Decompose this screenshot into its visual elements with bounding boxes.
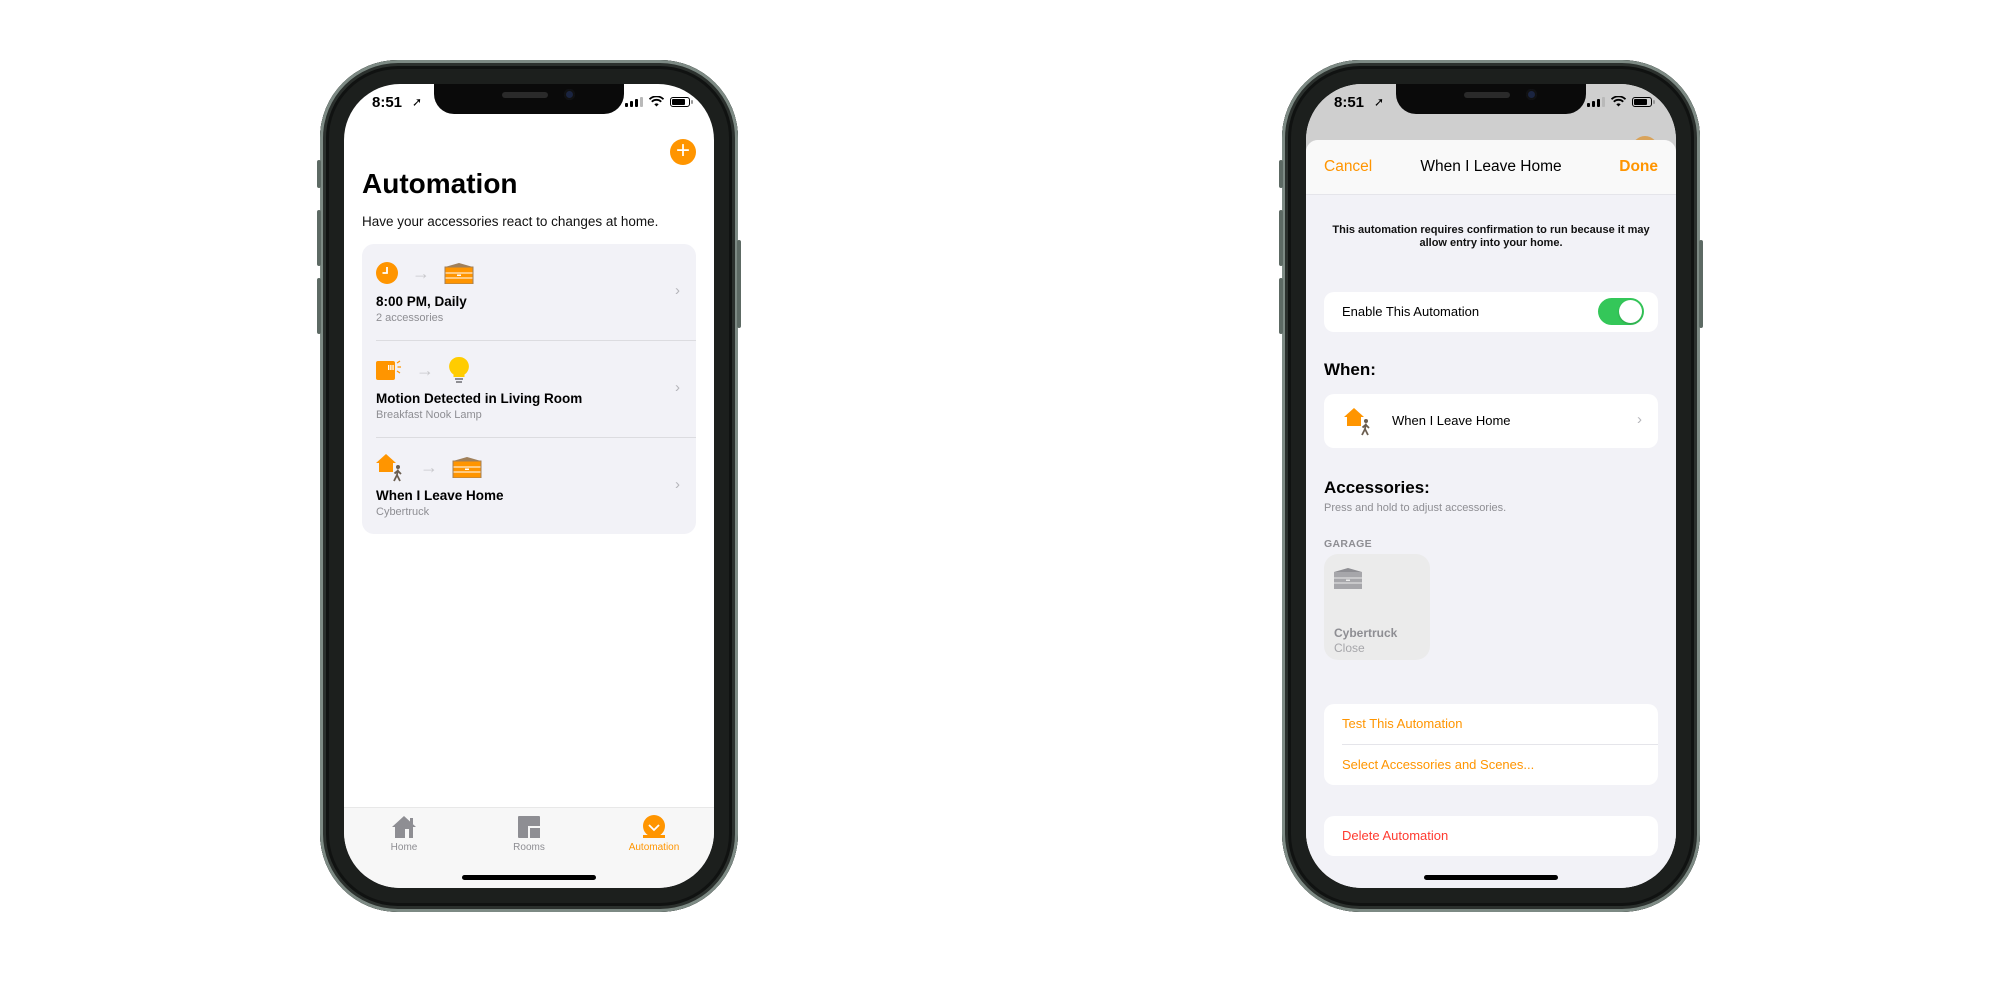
automation-subtitle: Breakfast Nook Lamp	[376, 409, 482, 421]
page-subtitle: Have your accessories react to changes a…	[362, 214, 659, 229]
location-arrow-icon: ➚	[412, 95, 423, 109]
garage-door-icon	[444, 263, 474, 284]
garage-door-icon	[1334, 568, 1362, 589]
house-icon	[392, 816, 416, 838]
arrow-right-icon: →	[416, 359, 434, 380]
automation-subtitle: Cybertruck	[376, 506, 430, 518]
automation-icon	[643, 815, 665, 838]
test-automation-button[interactable]: Test This Automation	[1342, 704, 1658, 745]
chevron-right-icon: ›	[675, 476, 680, 493]
tab-bar: Home Rooms Automation	[344, 807, 714, 888]
automation-detail-sheet: Cancel When I Leave Home Done This autom…	[1306, 140, 1676, 888]
lightbulb-icon	[449, 356, 469, 383]
volume-up-button	[317, 210, 321, 266]
right-screen: 8:51 ➚ Cancel When I Leave Home Done Thi…	[1306, 84, 1676, 888]
delete-group: Delete Automation	[1324, 816, 1658, 856]
automation-title: Motion Detected in Living Room	[376, 391, 583, 406]
battery-icon	[670, 96, 693, 107]
actions-group: Test This Automation Select Accessories …	[1324, 704, 1658, 785]
accessory-name: Cybertruck	[1334, 626, 1398, 640]
automation-list: → 8:00 PM, Daily 2 accessories › → Motio…	[362, 244, 696, 534]
automation-row[interactable]: → When I Leave Home Cybertruck ›	[376, 438, 696, 534]
cellular-signal-icon	[1587, 96, 1605, 107]
status-time: 8:51	[1334, 94, 1365, 111]
tab-automation[interactable]: Automation	[604, 814, 704, 853]
tab-label: Home	[390, 842, 418, 853]
tab-rooms[interactable]: Rooms	[479, 814, 579, 853]
accessories-hint: Press and hold to adjust accessories.	[1324, 502, 1507, 514]
volume-down-button	[1279, 278, 1283, 334]
enable-automation-toggle[interactable]	[1598, 298, 1644, 325]
arrow-right-icon: →	[412, 262, 430, 283]
delete-automation-button[interactable]: Delete Automation	[1342, 816, 1658, 856]
enable-automation-row: Enable This Automation	[1324, 292, 1658, 332]
side-button	[1699, 240, 1703, 328]
right-phone-frame: 8:51 ➚ Cancel When I Leave Home Done Thi…	[1279, 60, 1703, 912]
done-button[interactable]: Done	[1619, 158, 1658, 176]
home-indicator[interactable]	[462, 875, 596, 880]
mute-switch	[1279, 160, 1283, 188]
location-arrow-icon: ➚	[1374, 95, 1385, 109]
enable-automation-label: Enable This Automation	[1342, 304, 1480, 319]
status-time: 8:51	[372, 94, 403, 111]
leave-home-icon	[376, 454, 402, 482]
tab-label: Automation	[628, 842, 680, 853]
tab-home[interactable]: Home	[354, 814, 454, 853]
tab-label: Rooms	[513, 842, 545, 853]
when-header: When:	[1324, 360, 1376, 379]
clock-icon	[376, 262, 398, 284]
accessory-state: Close	[1334, 641, 1365, 655]
when-trigger-label: When I Leave Home	[1392, 413, 1511, 428]
volume-up-button	[1279, 210, 1283, 266]
home-indicator[interactable]	[1424, 875, 1558, 880]
accessory-tile[interactable]: Cybertruck Close	[1324, 554, 1430, 660]
add-automation-button[interactable]: +	[670, 139, 696, 165]
leave-home-icon	[1344, 408, 1370, 436]
rooms-icon	[518, 816, 540, 838]
status-bar: 8:51 ➚	[344, 84, 714, 128]
motion-sensor-icon	[376, 360, 401, 380]
sheet-nav-bar: Cancel When I Leave Home Done	[1306, 140, 1676, 195]
automation-title: 8:00 PM, Daily	[376, 294, 467, 309]
wifi-icon	[649, 96, 664, 107]
when-trigger-row[interactable]: When I Leave Home ›	[1324, 394, 1658, 448]
garage-door-icon	[452, 457, 482, 478]
accessories-header: Accessories:	[1324, 478, 1430, 497]
room-label: GARAGE	[1324, 538, 1372, 550]
wifi-icon	[1611, 96, 1626, 107]
arrow-right-icon: →	[420, 456, 438, 477]
cellular-signal-icon	[625, 96, 643, 107]
mute-switch	[317, 160, 321, 188]
volume-down-button	[317, 278, 321, 334]
confirmation-notice: This automation requires confirmation to…	[1332, 224, 1650, 249]
chevron-right-icon: ›	[675, 379, 680, 396]
automation-row[interactable]: → 8:00 PM, Daily 2 accessories ›	[376, 244, 696, 341]
page-title: Automation	[362, 168, 518, 199]
battery-icon	[1632, 96, 1655, 107]
chevron-right-icon: ›	[675, 282, 680, 299]
left-screen: 8:51 ➚ + Automation Have your accessorie…	[344, 84, 714, 888]
chevron-right-icon: ›	[1637, 411, 1642, 428]
left-phone-frame: 8:51 ➚ + Automation Have your accessorie…	[317, 60, 741, 912]
select-accessories-button[interactable]: Select Accessories and Scenes...	[1342, 745, 1658, 785]
automation-row[interactable]: → Motion Detected in Living Room Breakfa…	[376, 341, 696, 438]
side-button	[737, 240, 741, 328]
automation-subtitle: 2 accessories	[376, 312, 444, 324]
automation-title: When I Leave Home	[376, 488, 504, 503]
status-bar: 8:51 ➚	[1306, 84, 1676, 128]
